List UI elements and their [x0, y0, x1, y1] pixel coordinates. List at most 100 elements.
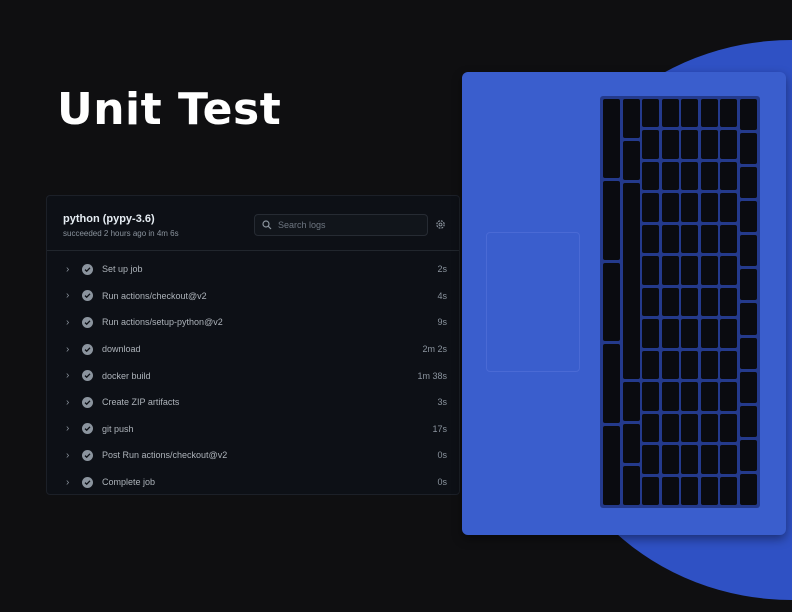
keyboard-key [622, 141, 640, 181]
keyboard-key [720, 130, 737, 159]
keyboard-key [642, 130, 659, 159]
keyboard-key [661, 256, 679, 285]
keyboard-key [739, 473, 757, 505]
keyboard-key [661, 99, 679, 128]
search-icon [262, 220, 272, 230]
keyboard-column [603, 99, 620, 505]
step-label: Set up job [102, 264, 143, 275]
keyboard-key [661, 382, 679, 411]
keyboard-key [720, 256, 737, 285]
keyboard-key [700, 350, 718, 380]
job-status: succeeded 2 hours ago in 4m 6s [63, 229, 179, 238]
keyboard-key [642, 224, 659, 254]
check-circle-icon [82, 343, 93, 355]
keyboard-column [720, 99, 737, 506]
step-label: download [102, 344, 141, 355]
chevron-right-icon[interactable]: › [66, 290, 74, 301]
keyboard-key [642, 161, 659, 191]
step-row[interactable]: › download 2m 2s [47, 336, 459, 363]
keyboard-key [661, 130, 679, 159]
keyboard-key [661, 193, 679, 222]
keyboard-key [681, 130, 698, 159]
keyboard-column [622, 99, 640, 505]
keyboard-key [661, 161, 679, 191]
keyboard-key [622, 381, 640, 421]
chevron-right-icon[interactable]: › [66, 450, 74, 461]
keyboard-key [720, 287, 737, 317]
keyboard [600, 96, 760, 508]
keyboard-key [720, 224, 737, 254]
step-row[interactable]: › git push 17s [47, 416, 459, 443]
step-row[interactable]: › Run actions/checkout@v2 4s [47, 283, 459, 310]
chevron-right-icon[interactable]: › [66, 397, 74, 408]
step-duration: 3s [437, 397, 447, 408]
keyboard-key [681, 319, 698, 348]
keyboard-key [622, 183, 640, 379]
keyboard-key [681, 476, 698, 506]
step-row[interactable]: › Complete job 0s [47, 469, 459, 496]
step-label: Complete job [102, 477, 156, 488]
keyboard-key [739, 167, 757, 199]
keyboard-key [642, 99, 659, 128]
keyboard-column [700, 99, 718, 506]
keyboard-key [622, 99, 640, 139]
keyboard-key [700, 224, 718, 254]
step-duration: 9s [437, 317, 447, 328]
keyboard-key [661, 476, 679, 506]
keyboard-key [661, 445, 679, 474]
trackpad [486, 232, 580, 372]
keyboard-key [661, 224, 679, 254]
step-label: Post Run actions/checkout@v2 [102, 450, 228, 461]
chevron-right-icon[interactable]: › [66, 317, 74, 328]
check-circle-icon [82, 263, 93, 275]
keyboard-column [739, 99, 757, 505]
step-label: Run actions/checkout@v2 [102, 290, 207, 301]
step-row[interactable]: › Run actions/setup-python@v2 9s [47, 309, 459, 336]
keyboard-key [661, 413, 679, 443]
keyboard-key [720, 99, 737, 128]
step-row[interactable]: › Create ZIP artifacts 3s [47, 389, 459, 416]
keyboard-column [681, 99, 698, 506]
keyboard-key [739, 439, 757, 471]
keyboard-key [642, 193, 659, 222]
step-label: Run actions/setup-python@v2 [102, 317, 223, 328]
step-row[interactable]: › docker build 1m 38s [47, 362, 459, 389]
step-row[interactable]: › Set up job 2s [47, 256, 459, 283]
keyboard-key [642, 413, 659, 443]
keyboard-key [700, 445, 718, 474]
step-duration: 2m 2s [422, 344, 447, 355]
keyboard-key [622, 465, 640, 505]
keyboard-key [661, 287, 679, 317]
keyboard-key [681, 350, 698, 380]
step-label: git push [102, 423, 134, 434]
keyboard-key [700, 287, 718, 317]
keyboard-key [642, 382, 659, 411]
keyboard-key [720, 445, 737, 474]
job-name: python (pypy-3.6) [63, 213, 155, 225]
chevron-right-icon[interactable]: › [66, 477, 74, 488]
chevron-right-icon[interactable]: › [66, 344, 74, 355]
keyboard-key [739, 371, 757, 403]
search-logs-input[interactable]: Search logs [254, 214, 428, 236]
keyboard-key [681, 193, 698, 222]
keyboard-key [739, 235, 757, 267]
gear-icon[interactable] [435, 219, 446, 230]
step-row[interactable]: › Post Run actions/checkout@v2 0s [47, 442, 459, 469]
keyboard-column [661, 99, 679, 506]
keyboard-key [681, 99, 698, 128]
keyboard-key [661, 319, 679, 348]
keyboard-key [681, 161, 698, 191]
keyboard-key [720, 350, 737, 380]
keyboard-key [681, 256, 698, 285]
keyboard-key [739, 99, 757, 131]
keyboard-key [603, 262, 620, 342]
chevron-right-icon[interactable]: › [66, 264, 74, 275]
keyboard-key [700, 99, 718, 128]
keyboard-key [739, 269, 757, 301]
step-label: docker build [102, 370, 151, 381]
keyboard-key [603, 344, 620, 424]
chevron-right-icon[interactable]: › [66, 370, 74, 381]
keyboard-key [681, 287, 698, 317]
keyboard-key [681, 445, 698, 474]
chevron-right-icon[interactable]: › [66, 423, 74, 434]
